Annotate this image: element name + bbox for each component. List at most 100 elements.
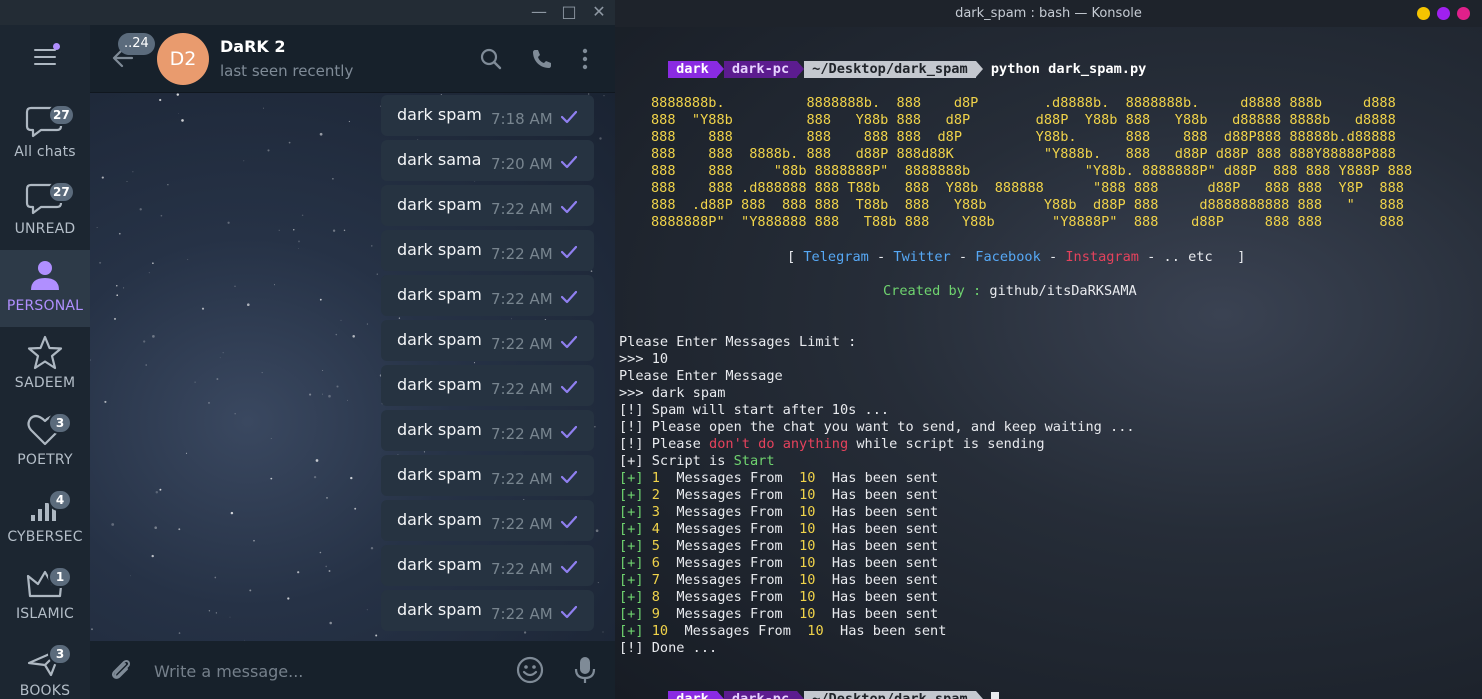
search-icon[interactable] <box>479 47 503 71</box>
prompt-path: ~/Desktop/dark_spam <box>804 61 976 78</box>
sent-check-icon <box>561 335 577 349</box>
social-links-line: [ Telegram - Twitter - Facebook - Instag… <box>787 249 1246 265</box>
close-icon[interactable]: ✕ <box>588 2 610 22</box>
ascii-banner-line: 888 888 888 888 888 d8P Y88b. 888 888 d8… <box>651 129 1396 145</box>
close-button[interactable] <box>1457 7 1470 20</box>
chat-status: last seen recently <box>220 62 354 80</box>
message-text: dark spam <box>397 555 482 574</box>
folder-label: ISLAMIC <box>15 606 75 622</box>
message-bubble[interactable]: dark spam 7:22 AM <box>381 410 594 451</box>
telegram-link: Telegram <box>803 249 869 265</box>
paperclip-icon[interactable] <box>108 657 134 683</box>
message-time: 7:22 AM <box>491 605 553 623</box>
minimize-icon[interactable]: — <box>528 2 550 22</box>
folder-books[interactable]: BOOKS 3 <box>0 635 90 699</box>
command-text: python dark_spam.py <box>990 61 1147 77</box>
unread-badge: 3 <box>48 643 72 665</box>
emoji-icon[interactable] <box>515 655 545 685</box>
more-vertical-icon[interactable] <box>573 47 597 71</box>
sent-status-line: [+] 2 Messages From 10 Has been sent <box>619 487 939 503</box>
chat-title[interactable]: DaRK 2 <box>220 37 286 56</box>
unread-badge: 3 <box>48 412 72 434</box>
sent-check-icon <box>561 110 577 124</box>
message-bubble[interactable]: dark sama 7:20 AM <box>381 140 594 181</box>
message-bubble[interactable]: dark spam 7:22 AM <box>381 230 594 271</box>
notification-dot <box>53 43 60 50</box>
phone-icon[interactable] <box>530 47 554 71</box>
folder-personal[interactable]: PERSONAL <box>0 250 90 327</box>
message-bubble[interactable]: dark spam 7:22 AM <box>381 500 594 541</box>
message-text: dark spam <box>397 510 482 529</box>
prompt-line-2[interactable]: dark dark-pc ~/Desktop/dark_spam <box>619 674 999 699</box>
folder-poetry[interactable]: POETRY 3 <box>0 404 90 481</box>
minimize-button[interactable] <box>1417 7 1430 20</box>
limit-prompt: Please Enter Messages Limit : <box>619 334 857 350</box>
ascii-banner-line: 888 888 .d888888 888 T88b 888 Y88b 88888… <box>651 180 1404 196</box>
message-time: 7:20 AM <box>491 155 553 173</box>
message-text: dark spam <box>397 195 482 214</box>
folder-label: BOOKS <box>19 683 71 699</box>
folder-islamic[interactable]: ISLAMIC 1 <box>0 558 90 635</box>
sent-status-line: [+] 3 Messages From 10 Has been sent <box>619 504 939 520</box>
message-bubble[interactable]: dark spam 7:22 AM <box>381 275 594 316</box>
message-text: dark spam <box>397 420 482 439</box>
message-text: dark spam <box>397 600 482 619</box>
maximize-icon[interactable]: □ <box>558 2 580 22</box>
microphone-icon[interactable] <box>573 655 597 685</box>
prompt-line: dark dark-pc ~/Desktop/dark_spam python da… <box>619 44 1146 78</box>
message-answer: >>> dark spam <box>619 385 726 401</box>
message-bubble[interactable]: dark spam 7:18 AM <box>381 95 594 136</box>
sent-status-line: [+] 5 Messages From 10 Has been sent <box>619 538 939 554</box>
message-time: 7:22 AM <box>491 425 553 443</box>
chat-header: ..24 D2 DaRK 2 last seen recently <box>90 25 615 93</box>
message-bubble[interactable]: dark spam 7:22 AM <box>381 455 594 496</box>
sent-status-line: [+] 7 Messages From 10 Has been sent <box>619 572 939 588</box>
credit-line: Created by : github/itsDaRKSAMA <box>883 283 1137 299</box>
message-input[interactable] <box>152 657 496 685</box>
message-bubble[interactable]: dark spam 7:22 AM <box>381 545 594 586</box>
message-text: dark spam <box>397 105 482 124</box>
folder-label: CYBERSEC <box>7 529 83 545</box>
message-time: 7:22 AM <box>491 515 553 533</box>
message-time: 7:22 AM <box>491 245 553 263</box>
unread-count-badge: ..24 <box>118 33 155 55</box>
sent-status-line: [+] 10 Messages From 10 Has been sent <box>619 623 947 639</box>
message-list[interactable]: dark spam 7:18 AM dark sama 7:20 AM dark spa… <box>90 93 615 641</box>
twitter-link: Twitter <box>893 249 951 265</box>
message-bubble[interactable]: dark spam 7:22 AM <box>381 320 594 361</box>
folder-unread[interactable]: UNREAD 27 <box>0 173 90 250</box>
message-text: dark spam <box>397 465 482 484</box>
folder-label: SADEEM <box>14 375 76 391</box>
star-icon <box>25 335 65 371</box>
person-icon <box>25 258 65 294</box>
sent-status-line: [+] 1 Messages From 10 Has been sent <box>619 470 939 486</box>
message-text: dark spam <box>397 285 482 304</box>
done-line: [!] Done ... <box>619 640 718 656</box>
facebook-link: Facebook <box>975 249 1041 265</box>
folder-sadeem[interactable]: SADEEM <box>0 327 90 404</box>
folder-label: UNREAD <box>14 221 76 237</box>
folder-cybersec[interactable]: CYBERSEC 4 <box>0 481 90 558</box>
message-bubble[interactable]: dark spam 7:22 AM <box>381 365 594 406</box>
message-bubble[interactable]: dark spam 7:22 AM <box>381 185 594 226</box>
folder-label: All chats <box>14 144 76 160</box>
sent-check-icon <box>561 605 577 619</box>
hamburger-menu-icon[interactable] <box>32 43 60 67</box>
message-time: 7:22 AM <box>491 380 553 398</box>
window-title: dark_spam : bash — Konsole <box>955 6 1142 21</box>
telegram-titlebar: — □ ✕ <box>0 0 615 25</box>
sent-status-line: [+] 4 Messages From 10 Has been sent <box>619 521 939 537</box>
maximize-button[interactable] <box>1437 7 1450 20</box>
ascii-banner-line: 888 "Y88b 888 Y88b 888 d8P d88P Y88b 888… <box>651 112 1396 128</box>
message-text: dark sama <box>397 150 482 169</box>
unread-badge: 27 <box>48 104 75 126</box>
message-bubble[interactable]: dark spam 7:22 AM <box>381 590 594 631</box>
folder-label: POETRY <box>17 452 73 468</box>
info-line-3: [!] Please don't do anything while scrip… <box>619 436 1045 452</box>
folder-all-chats[interactable]: All chats 27 <box>0 96 90 173</box>
sent-status-line: [+] 8 Messages From 10 Has been sent <box>619 589 939 605</box>
avatar[interactable]: D2 <box>157 33 209 85</box>
telegram-window: — □ ✕ All chats 27 UNREAD 27 PERSONAL SADEEM P… <box>0 0 615 699</box>
sent-status-line: [+] 6 Messages From 10 Has been sent <box>619 555 939 571</box>
ascii-banner-line: 888 .d88P 888 888 888 T88b 888 Y88b Y88b… <box>651 197 1404 213</box>
